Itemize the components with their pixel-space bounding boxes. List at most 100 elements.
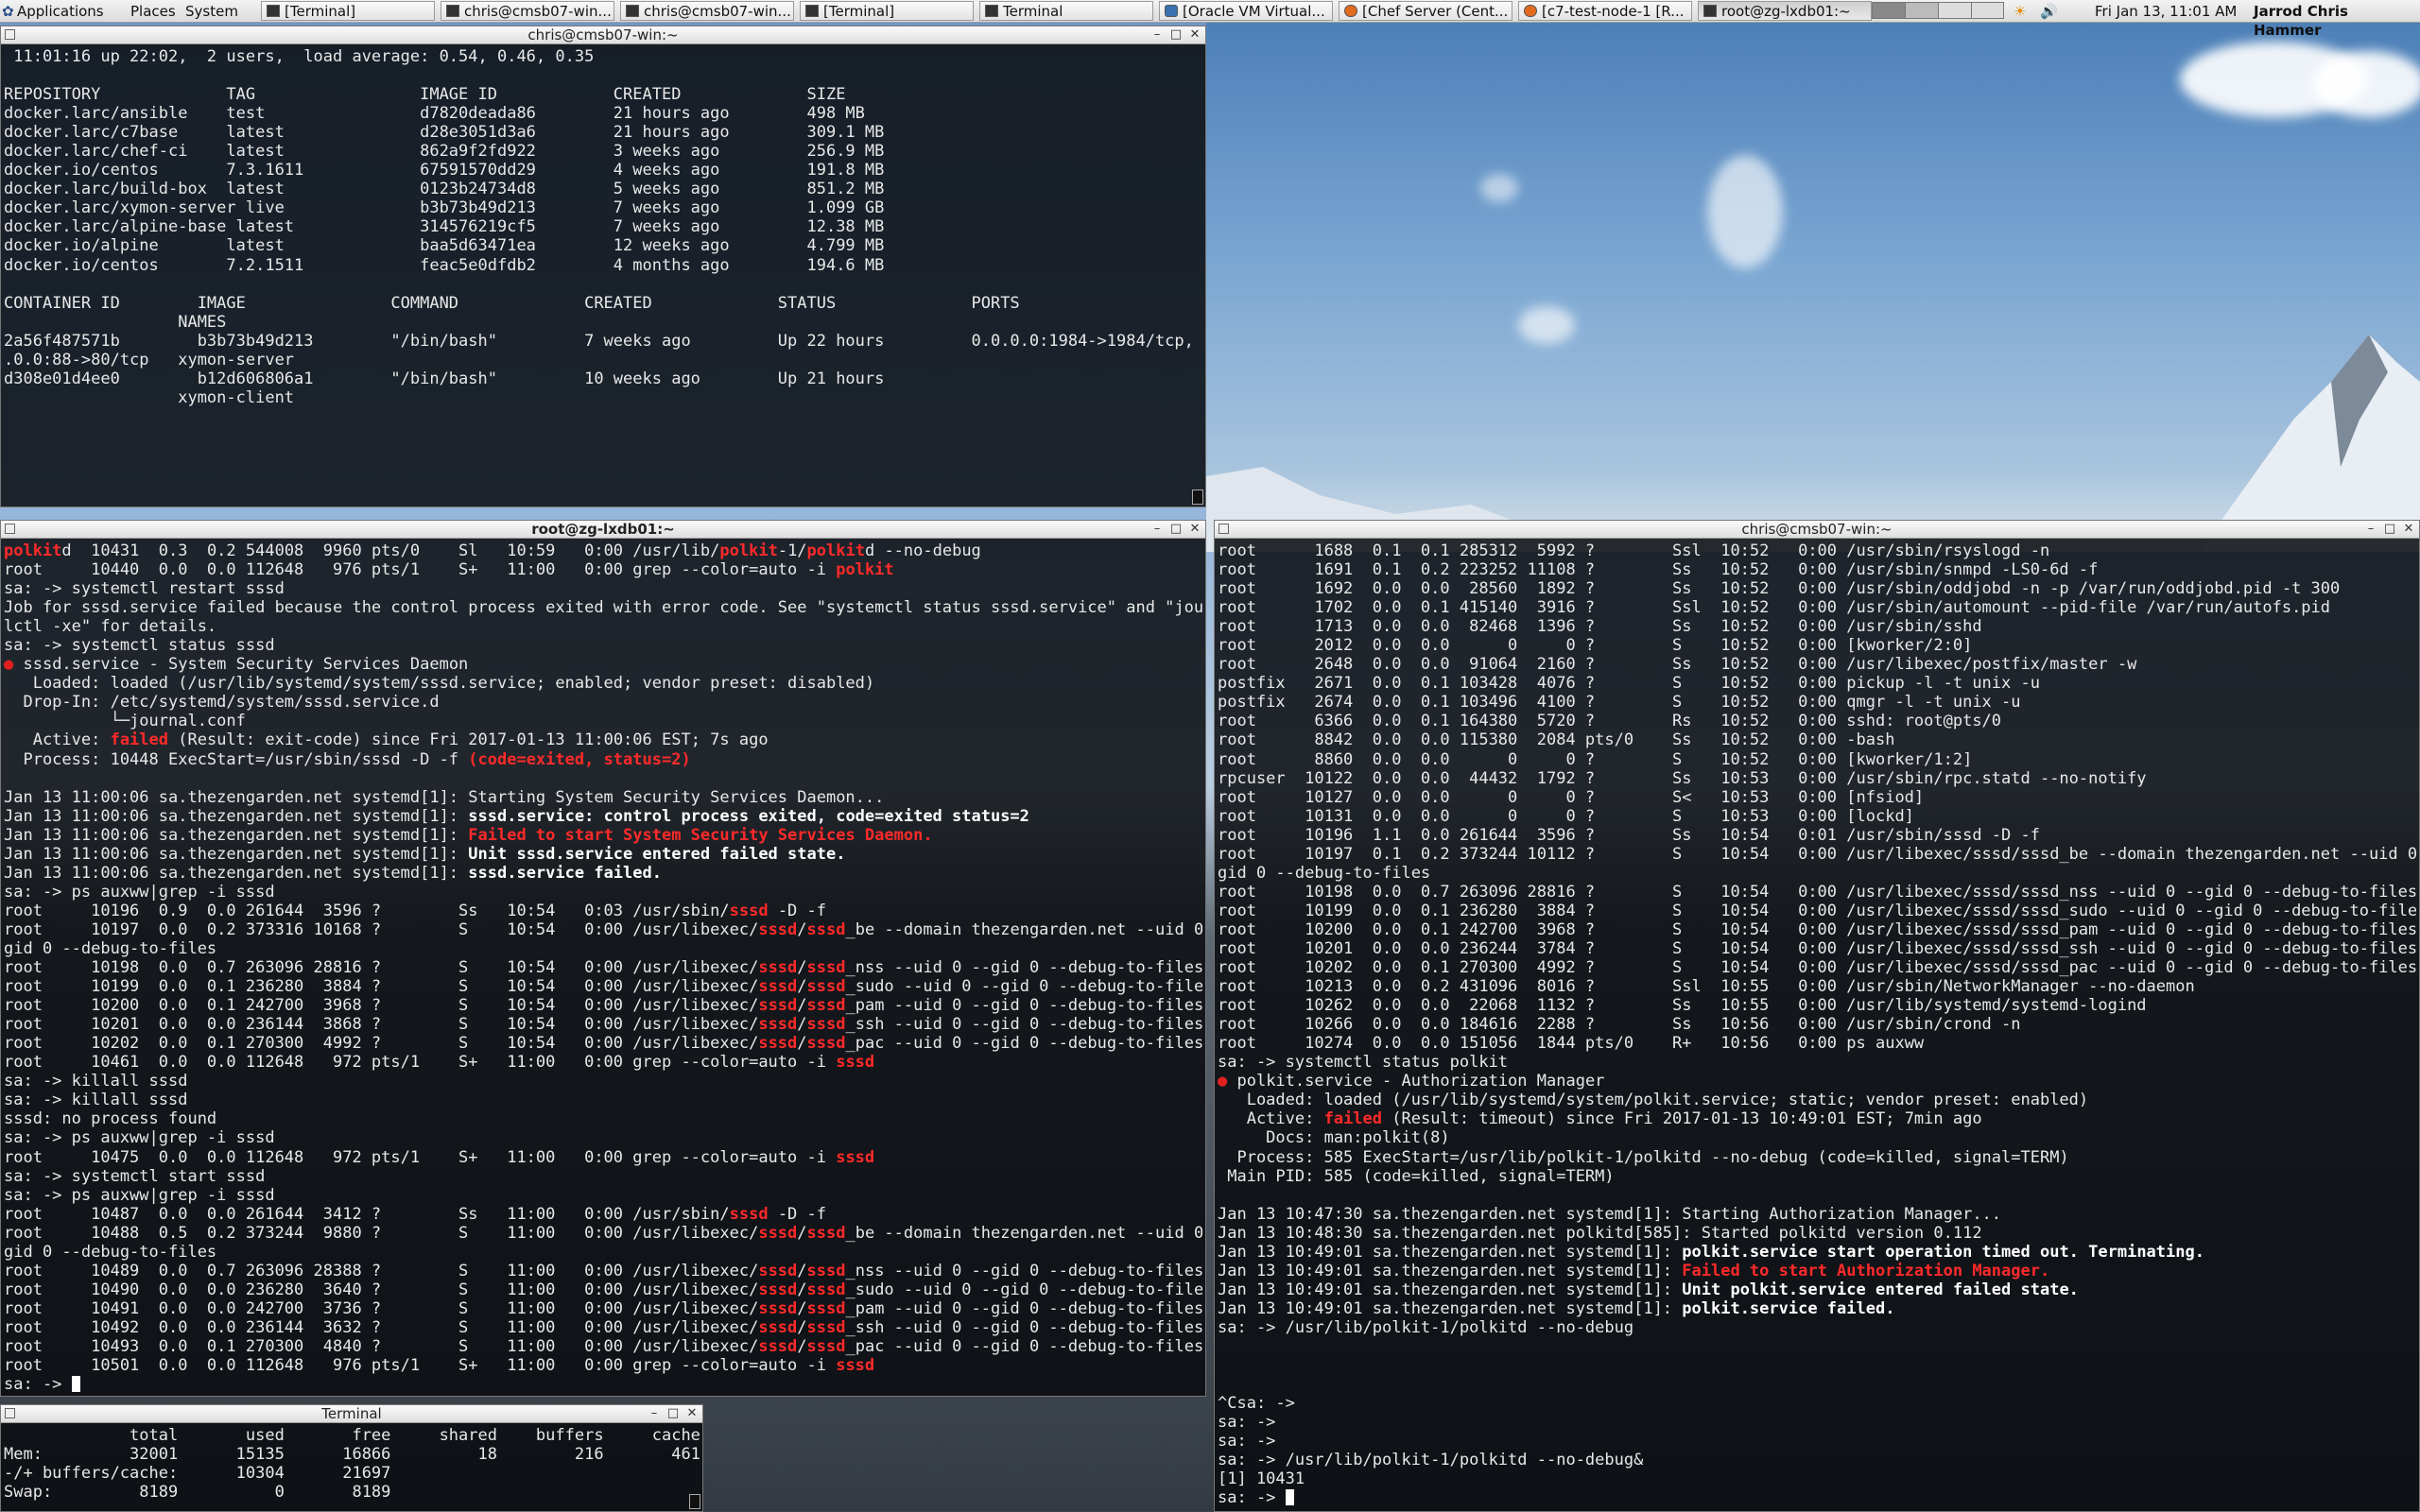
taskbar-item[interactable]: root@zg-lxdb01:~ bbox=[1698, 1, 1872, 21]
terminal-window-docker[interactable]: chris@cmsb07-win:~ – □ ✕ 11:01:16 up 22:… bbox=[0, 26, 1206, 507]
terminal-line: Jan 13 11:00:06 sa.thezengarden.net syst… bbox=[4, 807, 1202, 826]
highlighted-text: Failed to start Authorization Manager. bbox=[1682, 1261, 2050, 1280]
terminal-text: Job for sssd.service failed because the … bbox=[4, 598, 1202, 618]
terminal-text: root 10200 0.0 0.1 242700 3968 ? S 10:54… bbox=[1218, 919, 2416, 939]
terminal-output[interactable]: total used free shared buffers cached Mem… bbox=[4, 1426, 700, 1511]
terminal-output[interactable]: root 1688 0.1 0.1 285312 5992 ? Ssl 10:5… bbox=[1218, 541, 2416, 1511]
taskbar-item[interactable]: [Oracle VM Virtual... bbox=[1159, 1, 1333, 21]
terminal-line: REPOSITORY TAG IMAGE ID CREATED SIZE bbox=[4, 85, 1202, 104]
workspace-4[interactable] bbox=[1972, 3, 2003, 18]
terminal-line: root 10274 0.0 0.0 151056 1844 pts/0 R+ … bbox=[1218, 1034, 2416, 1053]
terminal-window-sssd[interactable]: root@zg-lxdb01:~ – □ ✕ polkitd 10431 0.3… bbox=[0, 520, 1206, 1397]
terminal-text: root 10493 0.0 0.1 270300 4840 ? S 11:00… bbox=[4, 1336, 759, 1356]
window-menu-icon[interactable] bbox=[1219, 524, 1229, 534]
terminal-text: / bbox=[797, 919, 807, 939]
terminal-text: docker.larc/alpine-base latest 314576219… bbox=[4, 217, 885, 237]
terminal-line: root 1702 0.0 0.1 415140 3916 ? Ssl 10:5… bbox=[1218, 598, 2416, 617]
terminal-line: root 2012 0.0 0.0 0 0 ? S 10:52 0:00 [kw… bbox=[1218, 636, 2416, 655]
minimize-button[interactable]: – bbox=[2362, 521, 2379, 538]
window-menu-icon[interactable] bbox=[5, 524, 15, 534]
terminal-text: Active: bbox=[1218, 1109, 1324, 1129]
taskbar-item[interactable]: chris@cmsb07-win... bbox=[441, 1, 614, 21]
minimize-button[interactable]: – bbox=[1149, 521, 1166, 538]
terminal-line: root 10198 0.0 0.7 263096 28816 ? S 10:5… bbox=[1218, 883, 2416, 902]
terminal-text: Process: 10448 ExecStart=/usr/sbin/sssd … bbox=[4, 749, 469, 769]
terminal-window-polkit[interactable]: chris@cmsb07-win:~ – □ ✕ root 1688 0.1 0… bbox=[1214, 520, 2420, 1512]
window-menu-icon[interactable] bbox=[5, 29, 15, 40]
taskbar-item[interactable]: [Terminal] bbox=[800, 1, 974, 21]
volume-icon[interactable]: 🔊 bbox=[2040, 2, 2058, 21]
terminal-line: root 2648 0.0 0.0 91064 2160 ? Ss 10:52 … bbox=[1218, 655, 2416, 674]
terminal-line: Docs: man:polkit(8) bbox=[1218, 1128, 2416, 1147]
terminal-line: root 10489 0.0 0.7 263096 28388 ? S 11:0… bbox=[4, 1262, 1202, 1280]
terminal-text: [1] 10431 bbox=[1218, 1469, 1305, 1489]
terminal-text: root 10199 0.0 0.1 236280 3884 ? S 10:54… bbox=[4, 977, 759, 997]
menu-system[interactable]: System bbox=[185, 2, 238, 21]
scrollbar[interactable] bbox=[1192, 490, 1203, 505]
terminal-line: postfix 2674 0.0 0.1 103496 4100 ? S 10:… bbox=[1218, 693, 2416, 712]
scrollbar[interactable] bbox=[689, 1494, 700, 1509]
workspace-2[interactable] bbox=[1906, 3, 1939, 18]
menu-applications[interactable]: Applications bbox=[17, 2, 104, 21]
close-button[interactable]: ✕ bbox=[2400, 521, 2417, 538]
terminal-line: docker.io/alpine latest baa5d63471ea 12 … bbox=[4, 236, 1202, 255]
close-button[interactable]: ✕ bbox=[1186, 26, 1203, 43]
weather-icon[interactable]: ☀ bbox=[2014, 2, 2026, 21]
terminal-text: xymon-client bbox=[4, 387, 295, 407]
window-titlebar[interactable]: chris@cmsb07-win:~ – □ ✕ bbox=[1215, 521, 2419, 539]
workspace-3[interactable] bbox=[1939, 3, 1972, 18]
taskbar-item[interactable]: [Terminal] bbox=[261, 1, 435, 21]
minimize-button[interactable]: – bbox=[646, 1405, 663, 1422]
taskbar-item[interactable]: chris@cmsb07-win... bbox=[620, 1, 794, 21]
terminal-text: root 10488 0.5 0.2 373244 9880 ? S 11:00… bbox=[4, 1223, 759, 1243]
terminal-text: root 10487 0.0 0.0 261644 3412 ? Ss 11:0… bbox=[4, 1204, 730, 1224]
terminal-line: root 10490 0.0 0.0 236280 3640 ? S 11:00… bbox=[4, 1280, 1202, 1299]
terminal-output[interactable]: 11:01:16 up 22:02, 2 users, load average… bbox=[4, 47, 1202, 507]
terminal-text: REPOSITORY TAG IMAGE ID CREATED SIZE bbox=[4, 85, 846, 105]
menu-places[interactable]: Places bbox=[130, 2, 176, 21]
terminal-line: -/+ buffers/cache: 10304 21697 bbox=[4, 1464, 700, 1483]
terminal-line: Jan 13 11:00:06 sa.thezengarden.net syst… bbox=[4, 864, 1202, 883]
terminal-window-free[interactable]: Terminal – □ ✕ total used free shared bu… bbox=[0, 1404, 703, 1512]
maximize-button[interactable]: □ bbox=[2381, 521, 2398, 538]
maximize-button[interactable]: □ bbox=[1167, 26, 1184, 43]
close-button[interactable]: ✕ bbox=[1186, 521, 1203, 538]
terminal-text: sssd: no process found bbox=[4, 1109, 217, 1129]
terminal-text: root 10201 0.0 0.0 236244 3784 ? S 10:54… bbox=[1218, 938, 2416, 958]
taskbar-item[interactable]: Terminal bbox=[979, 1, 1153, 21]
taskbar-item[interactable]: [Chef Server (Cent... bbox=[1339, 1, 1512, 21]
panel-logo-icon[interactable]: ✿ bbox=[2, 2, 15, 21]
clock[interactable]: Fri Jan 13, 11:01 AM bbox=[2095, 2, 2237, 21]
terminal-text: / bbox=[797, 1336, 807, 1356]
window-titlebar[interactable]: root@zg-lxdb01:~ – □ ✕ bbox=[1, 521, 1205, 539]
terminal-line: Drop-In: /etc/systemd/system/sssd.servic… bbox=[4, 693, 1202, 712]
window-menu-icon[interactable] bbox=[5, 1408, 15, 1418]
taskbar-item[interactable]: [c7-test-node-1 [R... bbox=[1518, 1, 1692, 21]
close-button[interactable]: ✕ bbox=[683, 1405, 700, 1422]
workspace-switcher[interactable] bbox=[1872, 2, 2004, 19]
terminal-output[interactable]: polkitd 10431 0.3 0.2 544008 9960 pts/0 … bbox=[4, 541, 1202, 1396]
maximize-button[interactable]: □ bbox=[665, 1405, 682, 1422]
terminal-text: / bbox=[797, 1298, 807, 1318]
terminal-text: total used free shared buffers cached bbox=[4, 1426, 700, 1445]
terminal-text: root 10262 0.0 0.0 22068 1132 ? Ss 10:55… bbox=[1218, 996, 2147, 1016]
terminal-line: Main PID: 585 (code=killed, signal=TERM) bbox=[1218, 1167, 2416, 1186]
terminal-text: gid 0 --debug-to-files bbox=[4, 938, 217, 958]
terminal-line: root 10196 1.1 0.0 261644 3596 ? Ss 10:5… bbox=[1218, 826, 2416, 845]
terminal-text: _pam --uid 0 --gid 0 --debug-to-files bbox=[845, 1298, 1202, 1318]
workspace-1[interactable] bbox=[1873, 3, 1906, 18]
maximize-button[interactable]: □ bbox=[1167, 521, 1184, 538]
terminal-text: / bbox=[797, 1015, 807, 1035]
terminal-line: NAMES bbox=[4, 313, 1202, 332]
terminal-line: root 10127 0.0 0.0 0 0 ? S< 10:53 0:00 [… bbox=[1218, 788, 2416, 807]
window-titlebar[interactable]: Terminal – □ ✕ bbox=[1, 1405, 702, 1423]
minimize-button[interactable]: – bbox=[1149, 26, 1166, 43]
terminal-text: postfix 2671 0.0 0.1 103428 4076 ? S 10:… bbox=[1218, 674, 2040, 694]
highlighted-text: sssd bbox=[806, 1015, 846, 1035]
terminal-text: sa: -> systemctl status polkit bbox=[1218, 1053, 1509, 1073]
terminal-text: _pac --uid 0 --gid 0 --debug-to-files bbox=[845, 1034, 1202, 1054]
window-titlebar[interactable]: chris@cmsb07-win:~ – □ ✕ bbox=[1, 26, 1205, 44]
terminal-text: _pac --uid 0 --gid 0 --debug-to-files bbox=[845, 1336, 1202, 1356]
user-name[interactable]: Jarrod Chris Hammer bbox=[2254, 2, 2420, 39]
